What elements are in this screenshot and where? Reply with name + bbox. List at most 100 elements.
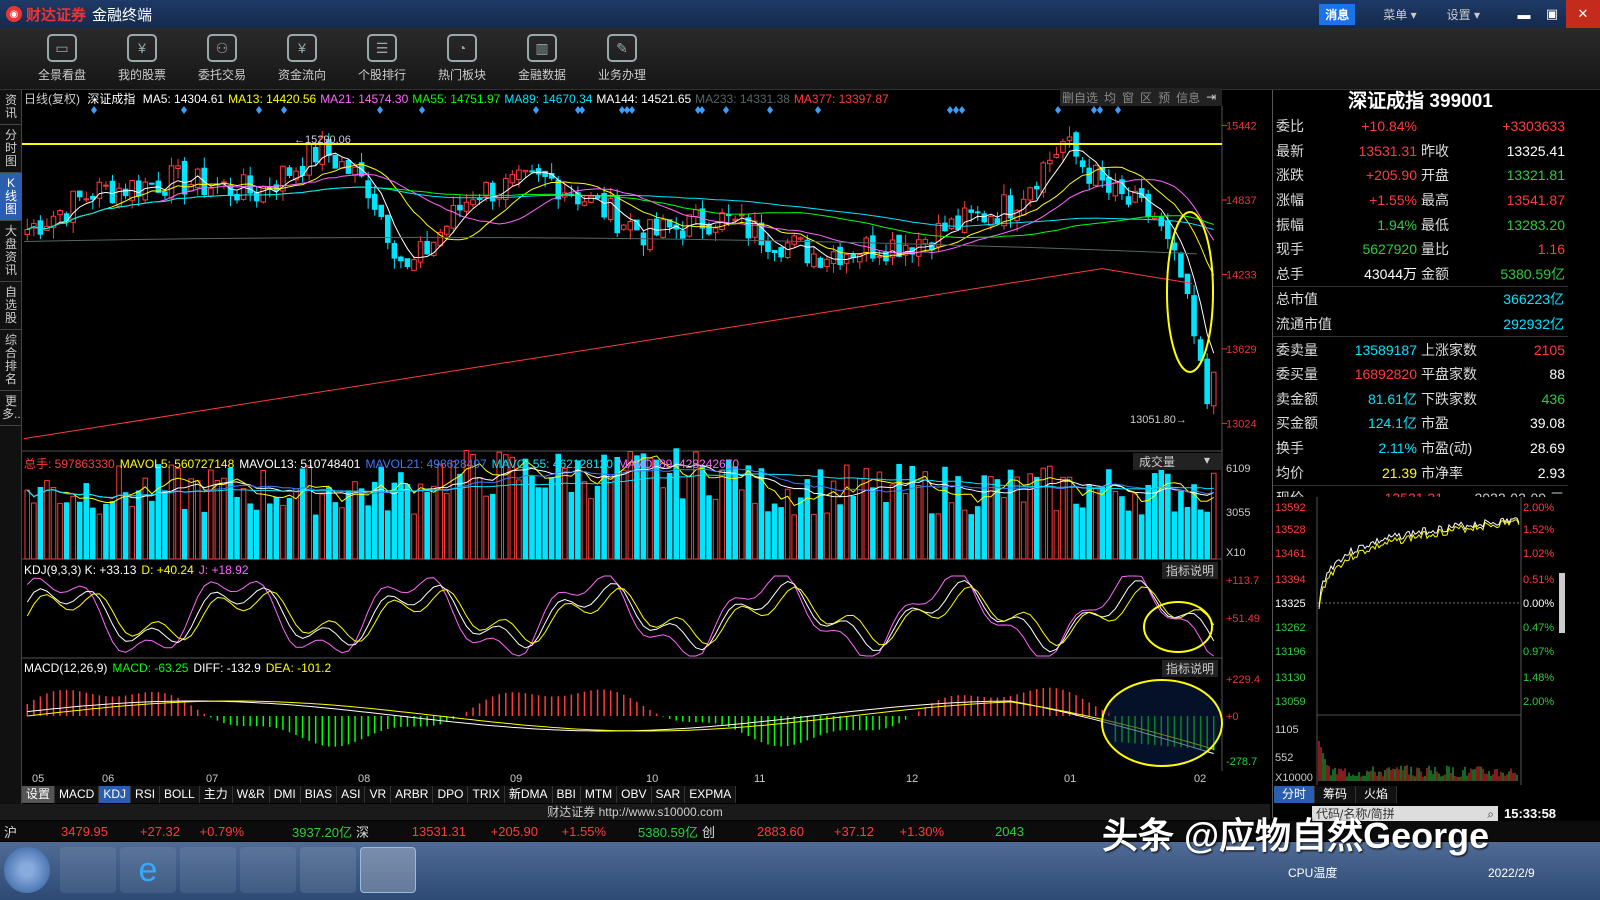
indicator-tab-8[interactable]: BIAS	[300, 786, 338, 803]
indicator-tab-2[interactable]: KDJ	[99, 786, 132, 803]
candle-body	[391, 243, 398, 259]
indicator-tab-12[interactable]: DPO	[433, 786, 469, 803]
kline-chart-area[interactable]: 15442 14837 14233 13629 13024 ←15290.06 13051.…	[22, 106, 1272, 786]
quote-row-3: 涨幅 +1.55% 最高 13541.87	[1273, 188, 1568, 213]
period-label[interactable]: 日线(复权)	[24, 92, 80, 106]
indicator-tab-4[interactable]: BOLL	[160, 786, 200, 803]
kdj-help-button[interactable]: 指标说明	[1162, 562, 1219, 579]
candle-body	[968, 209, 974, 213]
left-tab-1[interactable]: 分时图	[0, 125, 22, 173]
indicator-tab-15[interactable]: BBI	[552, 786, 581, 803]
intraday-chart[interactable]: 13592 13528 13461 13394 13325 13262 13196 13130…	[1273, 497, 1568, 785]
refresh-app-icon[interactable]	[240, 847, 296, 893]
left-tab-5[interactable]: 综合排名	[0, 330, 22, 391]
indicator-tab-13[interactable]: TRIX	[468, 786, 505, 803]
chart-control-1[interactable]: 均	[1104, 89, 1116, 106]
quote2-row-4: 换手 2.11% 市盈(动) 28.69	[1273, 436, 1568, 461]
indicator-tab-17[interactable]: OBV	[617, 786, 652, 803]
indicator-tab-0[interactable]: 设置	[22, 786, 56, 803]
indicator-tab-5[interactable]: 主力	[199, 786, 233, 803]
candle-body	[352, 166, 358, 176]
toolbar-label: 我的股票	[117, 68, 166, 82]
toolbar-label: 资金流向	[277, 68, 326, 82]
quote-key: 振幅	[1276, 216, 1304, 233]
quote2-value: 81.61亿	[1367, 390, 1417, 407]
clock: 15:33:58	[1504, 806, 1557, 821]
ie-browser-icon[interactable]: e	[120, 847, 176, 893]
chart-control-3[interactable]: 区	[1140, 89, 1152, 106]
toolbar-item-7[interactable]: ✎ 业务办理	[582, 28, 662, 89]
indicator-tab-14[interactable]: 新DMA	[504, 786, 553, 803]
macd-help-button[interactable]: 指标说明	[1162, 660, 1219, 677]
close-icon[interactable]: ✕	[1566, 0, 1600, 28]
toolbar-item-3[interactable]: ¥ 资金流向	[262, 28, 342, 89]
ma-header: 日线(复权) 深证成指 MA5: 14304.61 MA13: 14420.56 M…	[24, 90, 897, 106]
toolbar-item-2[interactable]: ⚇ 委托交易	[182, 28, 262, 89]
chart-control-5[interactable]: 信息	[1176, 89, 1200, 106]
chart-control-4[interactable]: 预	[1158, 89, 1170, 106]
candle-body	[168, 165, 175, 199]
intraday-tab-0[interactable]: 分时	[1274, 786, 1316, 803]
indicator-tab-1[interactable]: MACD	[55, 786, 100, 803]
toolbar-item-5[interactable]: ◔ 热门板块	[422, 28, 502, 89]
start-button-icon[interactable]	[4, 847, 50, 893]
left-tab-2[interactable]: K线图	[0, 173, 22, 221]
volume-bar	[791, 514, 798, 560]
folder-icon[interactable]	[180, 847, 236, 893]
candle-body	[522, 169, 529, 173]
indicator-tab-11[interactable]: ARBR	[391, 786, 434, 803]
volume-bar	[63, 502, 70, 560]
toolbar-item-6[interactable]: ▥ 金融数据	[502, 28, 582, 89]
volume-bar	[594, 485, 601, 560]
candle-body	[653, 218, 660, 236]
volume-legend: 总手: 597863330 MAVOL5: 560727148 MAVOL13: 5…	[24, 455, 744, 472]
toolbar-item-0[interactable]: ▭ 全景看盘	[22, 28, 102, 89]
candle-body	[24, 229, 31, 235]
volume-type-dropdown[interactable]: 成交量 ▾	[1133, 453, 1221, 470]
intraday-scrollbar[interactable]	[1559, 573, 1565, 633]
indicator-tab-19[interactable]: EXPMA	[685, 786, 737, 803]
toolbar-item-1[interactable]: ¥ 我的股票	[102, 28, 182, 89]
ticker-item-0: 沪	[4, 824, 18, 840]
broker-app-icon[interactable]	[300, 847, 356, 893]
quote-value: +1.55%	[1369, 192, 1417, 209]
intraday-tab-1[interactable]: 筹码	[1315, 786, 1357, 803]
broker-app-active-icon[interactable]	[360, 847, 416, 893]
candle-body	[181, 160, 188, 195]
indicator-tab-7[interactable]: DMI	[269, 786, 301, 803]
maximize-icon[interactable]: ▣	[1538, 0, 1566, 28]
indicator-tab-18[interactable]: SAR	[651, 786, 686, 803]
candle-body	[535, 168, 542, 175]
candle-body	[227, 185, 234, 196]
menu-dropdown[interactable]: 菜单 ▾	[1383, 6, 1416, 23]
left-tab-0[interactable]: 资讯	[0, 90, 22, 125]
left-tab-6[interactable]: 更多..	[0, 391, 22, 426]
intraday-tab-2[interactable]: 火焰	[1356, 786, 1398, 803]
indicator-tab-6[interactable]: W&R	[232, 786, 270, 803]
candle-body	[594, 195, 601, 199]
collapse-icon[interactable]: ⇥	[1206, 90, 1216, 104]
candle-body	[443, 225, 450, 235]
kdj-label-item-1: D: +40.24	[141, 563, 194, 577]
volume-bar	[679, 498, 686, 560]
toolbar-item-4[interactable]: ☰ 个股排行	[342, 28, 422, 89]
message-button[interactable]: 消息	[1319, 3, 1356, 25]
candle-body	[378, 204, 385, 217]
volume-bar	[889, 484, 896, 560]
minimize-icon[interactable]: ▬	[1510, 0, 1538, 28]
settings-dropdown[interactable]: 设置 ▾	[1447, 6, 1480, 23]
indicator-tab-16[interactable]: MTM	[580, 786, 618, 803]
candle-body	[1178, 252, 1184, 278]
indicator-tab-3[interactable]: RSI	[131, 786, 161, 803]
indicator-tab-9[interactable]: ASI	[337, 786, 366, 803]
left-tab-4[interactable]: 自选股	[0, 282, 22, 330]
media-player-icon[interactable]	[60, 847, 116, 893]
chart-control-2[interactable]: 窗	[1122, 89, 1134, 106]
candle-body	[1079, 160, 1086, 168]
indicator-tab-10[interactable]: VR	[365, 786, 392, 803]
chart-control-0[interactable]: 删自选	[1062, 89, 1098, 106]
volume-bar	[162, 490, 168, 560]
candle-body	[863, 237, 870, 254]
volume-bar	[706, 495, 712, 560]
left-tab-3[interactable]: 大盘资讯	[0, 221, 22, 282]
